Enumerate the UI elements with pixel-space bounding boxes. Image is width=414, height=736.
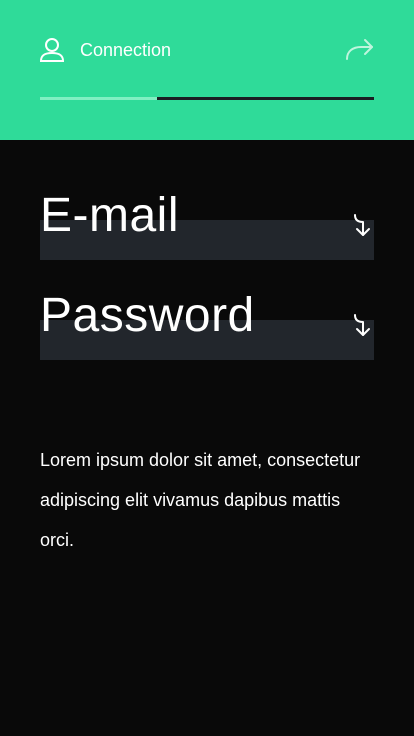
description-text: Lorem ipsum dolor sit amet, consectetur … [40,450,361,550]
header: Connection [0,0,414,140]
progress-bar [40,97,374,100]
connection-screen: Connection E-mail Password Lorem ipsum d… [0,0,414,736]
forward-arrow-icon[interactable] [345,37,375,63]
password-label: Password [40,289,255,342]
user-icon [39,37,65,63]
email-field: E-mail [40,190,374,270]
arrow-down-icon[interactable] [352,212,374,238]
arrow-down-icon[interactable] [352,312,374,338]
progress-bar-fill [40,97,157,100]
password-field: Password [40,290,374,370]
email-label: E-mail [40,189,180,242]
progress-bar-remaining [157,97,374,100]
page-title: Connection [80,40,172,60]
